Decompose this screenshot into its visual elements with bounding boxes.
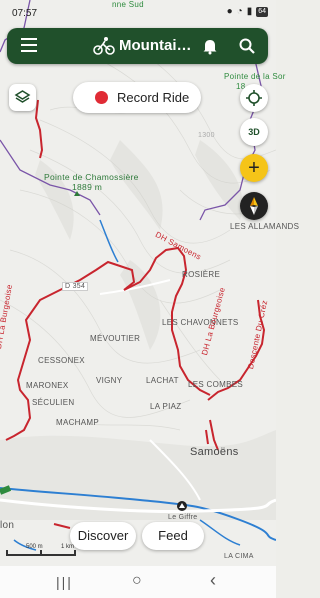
elevation-label: 1300 [198, 132, 215, 139]
place-label: Pointe de Chamossière [44, 172, 139, 182]
road-label: D 354 [62, 282, 89, 291]
record-icon [95, 91, 108, 104]
status-time: 07:57 [12, 8, 38, 19]
place-label: MACHAMP [56, 418, 99, 427]
place-label: Samoëns [190, 446, 239, 458]
notifications-icon[interactable] [201, 37, 219, 55]
place-label: MARONEX [26, 381, 69, 390]
place-label: VIGNY [96, 376, 123, 385]
compass-button[interactable] [240, 192, 268, 220]
location-status-icon: ● [226, 6, 233, 17]
signal-icon: ▮ [246, 6, 253, 17]
place-label: Le Giffre [168, 514, 198, 521]
record-ride-button[interactable]: Record Ride [73, 82, 201, 113]
feed-button[interactable]: Feed [142, 522, 204, 550]
place-label: SÉCULIEN [32, 398, 75, 407]
recents-icon[interactable]: ||| [56, 574, 73, 590]
3d-button[interactable]: 3D [240, 118, 268, 146]
scale-bar: 500 m 1 km [6, 544, 86, 560]
add-button[interactable]: + [240, 154, 268, 182]
system-nav-bar: ||| ○ ‹ [0, 566, 276, 598]
plus-icon: + [248, 157, 260, 179]
layers-button[interactable] [9, 84, 36, 111]
place-label: LACHAT [146, 376, 179, 385]
top-app-bar: Mountain… [7, 28, 268, 64]
cyclist-icon [93, 37, 115, 55]
locate-button[interactable] [240, 84, 268, 112]
search-icon[interactable] [238, 37, 256, 55]
place-label: LES COMBES [188, 380, 244, 389]
3d-label: 3D [248, 127, 260, 137]
wifi-icon: ◔ [236, 6, 243, 17]
place-label: Pointe de la Sor [224, 72, 286, 81]
place-label: LES CHAVONNETS [162, 318, 239, 327]
place-label: MÉVOUTIER [90, 334, 141, 343]
back-icon[interactable]: ‹ [210, 570, 216, 591]
place-label: lon [0, 520, 15, 531]
layers-icon [14, 90, 31, 103]
status-bar: 07:57 ● ◔ ▮ 64 [0, 0, 276, 26]
compass-icon [250, 197, 258, 215]
home-icon[interactable]: ○ [132, 572, 142, 590]
crosshair-icon [246, 90, 262, 106]
place-label: CESSONEX [38, 356, 85, 365]
battery-icon: 64 [256, 6, 268, 17]
scale-label-km: 1 km [61, 544, 75, 550]
place-label: ROSIÈRE [182, 270, 221, 279]
place-label: LA PIAZ [150, 402, 182, 411]
menu-icon[interactable] [21, 38, 37, 52]
place-label: LA CIMA [224, 553, 254, 560]
place-label: 1889 m [72, 182, 103, 192]
scale-label-m: 500 m [26, 544, 43, 550]
place-label: LES ALLAMANDS [230, 222, 300, 231]
status-icons: ● ◔ ▮ 64 [227, 6, 268, 17]
app-title: Mountain… [119, 37, 197, 54]
record-ride-label: Record Ride [117, 90, 190, 105]
